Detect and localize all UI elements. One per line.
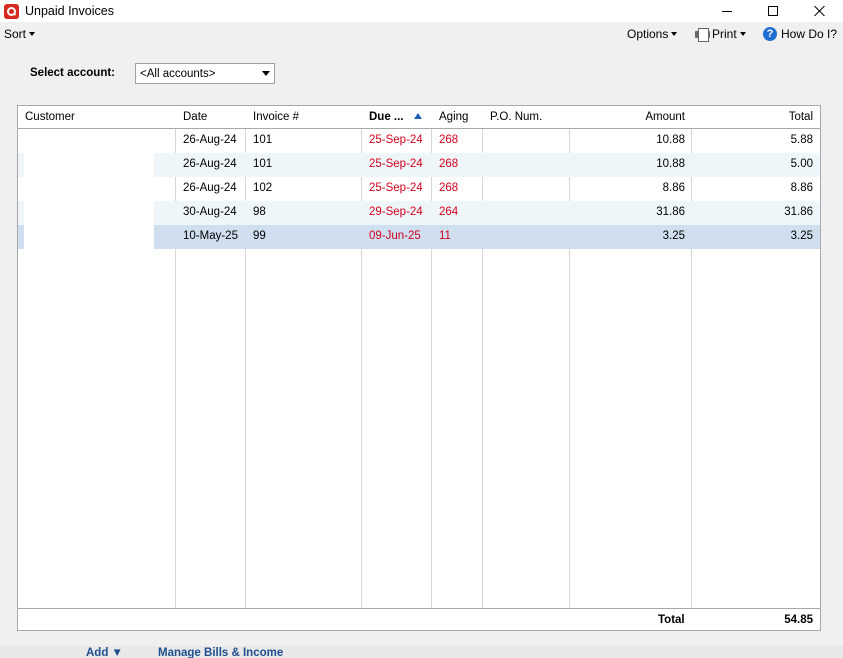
unpaid-invoices-table: Customer Date Invoice # Due ... Aging P.… xyxy=(17,105,821,631)
table-row[interactable]: 26-Aug-24 101 25-Sep-24 268 10.88 5.00 xyxy=(18,153,820,177)
invoice-cell: 99 xyxy=(253,230,266,242)
amount-cell: 10.88 xyxy=(656,158,685,170)
due-cell: 09-Jun-25 xyxy=(369,230,421,242)
footer-total-label: Total xyxy=(658,614,685,626)
options-menu[interactable]: Options xyxy=(627,27,678,41)
close-button[interactable] xyxy=(797,0,843,22)
maximize-icon xyxy=(768,6,778,16)
help-icon: ? xyxy=(763,27,777,41)
date-cell: 30-Aug-24 xyxy=(183,206,237,218)
total-cell: 31.86 xyxy=(784,206,813,218)
due-cell: 25-Sep-24 xyxy=(369,182,423,194)
col-header-due-label: Due ... xyxy=(369,111,404,123)
date-cell: 10-May-25 xyxy=(183,230,238,242)
date-cell: 26-Aug-24 xyxy=(183,134,237,146)
account-dropdown[interactable]: <All accounts> xyxy=(135,63,275,84)
chevron-down-icon xyxy=(671,32,678,36)
aging-cell: 268 xyxy=(439,134,459,146)
aging-cell: 268 xyxy=(439,158,459,170)
col-header-total[interactable]: Total xyxy=(698,111,813,123)
amount-cell: 10.88 xyxy=(656,134,685,146)
select-account-label: Select account: xyxy=(30,67,115,79)
total-cell: 8.86 xyxy=(790,182,813,194)
add-tab[interactable]: Add ▼ xyxy=(86,647,123,658)
col-header-invoice[interactable]: Invoice # xyxy=(253,111,299,123)
aging-cell: 268 xyxy=(439,182,459,194)
print-menu-label: Print xyxy=(712,27,737,41)
invoice-cell: 101 xyxy=(253,158,273,170)
minimize-button[interactable] xyxy=(704,0,750,22)
date-cell: 26-Aug-24 xyxy=(183,158,237,170)
aging-cell: 264 xyxy=(439,206,459,218)
how-do-i-label: How Do I? xyxy=(781,27,838,41)
app-logo-icon xyxy=(4,3,19,19)
table-header: Customer Date Invoice # Due ... Aging P.… xyxy=(18,106,820,129)
total-cell: 3.25 xyxy=(790,230,813,242)
customer-cell xyxy=(24,225,154,249)
minimize-icon xyxy=(722,10,732,12)
invoice-cell: 102 xyxy=(253,182,273,194)
due-cell: 25-Sep-24 xyxy=(369,158,423,170)
col-header-due[interactable]: Due ... xyxy=(369,111,422,123)
chevron-down-icon xyxy=(739,32,746,36)
sort-menu-label: Sort xyxy=(4,27,27,41)
printer-icon xyxy=(695,28,710,42)
print-menu[interactable]: Print xyxy=(695,27,746,42)
maximize-button[interactable] xyxy=(750,0,796,22)
sort-ascending-icon xyxy=(413,113,422,119)
options-menu-label: Options xyxy=(627,27,669,41)
chevron-down-icon xyxy=(262,71,270,76)
chevron-down-icon xyxy=(29,32,36,36)
window-title: Unpaid Invoices xyxy=(25,4,114,18)
account-dropdown-value: <All accounts> xyxy=(140,67,216,80)
footer-total-value: 54.85 xyxy=(784,614,813,626)
col-header-customer[interactable]: Customer xyxy=(25,111,75,123)
col-header-po[interactable]: P.O. Num. xyxy=(490,111,542,123)
close-icon xyxy=(814,5,826,17)
invoice-cell: 98 xyxy=(253,206,266,218)
bottom-tab-bar: Add ▼ Manage Bills & Income xyxy=(0,646,843,658)
table-row[interactable]: 26-Aug-24 101 25-Sep-24 268 10.88 5.88 xyxy=(18,129,820,153)
amount-cell: 3.25 xyxy=(662,230,685,242)
customer-cell xyxy=(24,177,154,201)
invoice-cell: 101 xyxy=(253,134,273,146)
date-cell: 26-Aug-24 xyxy=(183,182,237,194)
aging-cell: 11 xyxy=(439,230,451,242)
sort-menu[interactable]: Sort xyxy=(4,27,36,41)
menu-bar: Sort Options Print ? How Do I? xyxy=(0,24,843,44)
table-row[interactable]: 10-May-25 99 09-Jun-25 11 3.25 3.25 xyxy=(18,225,820,249)
customer-cell xyxy=(24,201,154,225)
amount-cell: 31.86 xyxy=(656,206,685,218)
table-row[interactable]: 26-Aug-24 102 25-Sep-24 268 8.86 8.86 xyxy=(18,177,820,201)
how-do-i-button[interactable]: ? How Do I? xyxy=(763,27,837,41)
title-bar: Unpaid Invoices xyxy=(0,0,843,22)
due-cell: 25-Sep-24 xyxy=(369,134,423,146)
total-cell: 5.00 xyxy=(790,158,813,170)
manage-bills-tab[interactable]: Manage Bills & Income xyxy=(158,647,283,658)
table-row[interactable]: 30-Aug-24 98 29-Sep-24 264 31.86 31.86 xyxy=(18,201,820,225)
due-cell: 29-Sep-24 xyxy=(369,206,423,218)
customer-cell xyxy=(24,129,154,153)
col-header-aging[interactable]: Aging xyxy=(439,111,468,123)
customer-cell xyxy=(24,153,154,177)
total-cell: 5.88 xyxy=(790,134,813,146)
amount-cell: 8.86 xyxy=(662,182,685,194)
col-header-amount[interactable]: Amount xyxy=(578,111,685,123)
col-header-date[interactable]: Date xyxy=(183,111,207,123)
table-footer: Total 54.85 xyxy=(18,608,820,630)
